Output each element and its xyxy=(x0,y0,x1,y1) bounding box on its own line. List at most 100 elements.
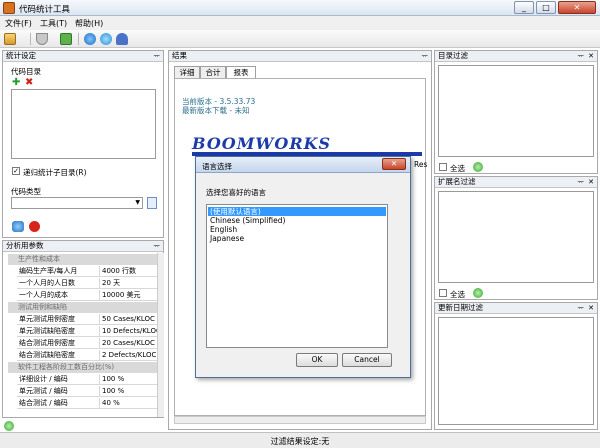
language-option[interactable]: Chinese (Simplified) xyxy=(208,216,386,225)
maximize-button[interactable]: □ xyxy=(536,1,556,14)
ext-filter-list[interactable] xyxy=(438,191,594,283)
param-key: 编码生产率/每人月 xyxy=(19,267,78,275)
panel-title: 统计设定 xyxy=(6,51,36,60)
language-list[interactable]: (使用默认语言) Chinese (Simplified) English Japan… xyxy=(206,204,388,348)
param-row[interactable]: 编码生产率/每人月 4000 行数 xyxy=(17,266,157,277)
scrollbar[interactable] xyxy=(157,253,164,417)
dialog-title: 语言选择 xyxy=(202,162,232,171)
close-icon[interactable]: ✕ xyxy=(588,303,594,313)
pin-icon[interactable]: ᅲ xyxy=(578,303,584,313)
toolbar xyxy=(0,30,600,48)
minimize-button[interactable]: _ xyxy=(514,1,534,14)
tab-summary[interactable]: 合计 xyxy=(200,66,226,78)
refresh-icon[interactable] xyxy=(473,162,483,172)
report-icon[interactable] xyxy=(4,33,16,45)
param-value[interactable]: 100 % xyxy=(99,386,157,396)
param-key: 单元测试 / 编码 xyxy=(19,387,68,395)
refresh-icon[interactable] xyxy=(100,33,112,45)
code-dir-list[interactable] xyxy=(11,89,156,159)
param-row[interactable]: 详细设计 / 编码 100 % xyxy=(17,374,157,385)
select-all-checkbox[interactable] xyxy=(439,289,447,297)
side-text: Res xyxy=(414,160,428,169)
recursive-checkbox[interactable]: ✓ xyxy=(12,167,20,175)
param-category[interactable]: 生产性和成本 xyxy=(8,254,157,265)
param-category[interactable]: 软件工程各阶段工数百分比(%) xyxy=(8,362,157,373)
add-icon[interactable]: ✚ xyxy=(12,77,20,88)
globe-icon[interactable] xyxy=(84,33,96,45)
filter-icon[interactable] xyxy=(36,33,48,45)
param-key: 单元测试缺陷密度 xyxy=(19,327,75,335)
refresh-icon[interactable] xyxy=(4,421,14,431)
delete-icon[interactable]: ✖ xyxy=(25,77,33,88)
language-option[interactable]: Japanese xyxy=(208,234,386,243)
pin-icon[interactable]: ᅲ xyxy=(578,51,584,61)
pin-icon[interactable]: ᅲ xyxy=(154,241,160,251)
horizontal-scrollbar[interactable] xyxy=(174,416,426,424)
help-icon[interactable] xyxy=(116,33,128,45)
param-value[interactable]: 4000 行数 xyxy=(99,266,157,276)
param-value[interactable]: 50 Cases/KLOC xyxy=(99,314,157,324)
close-icon[interactable]: ✕ xyxy=(588,177,594,187)
status-bar: 过滤结果设定:无 xyxy=(0,432,600,448)
param-value[interactable]: 10 Defects/KLOC xyxy=(99,326,157,336)
tree-icon[interactable] xyxy=(60,33,72,45)
param-key: 结合测试缺陷密度 xyxy=(19,351,75,359)
param-row[interactable]: 结合测试缺陷密度 2 Defects/KLOC xyxy=(17,350,157,361)
date-filter-area[interactable] xyxy=(438,317,594,425)
param-category[interactable]: 测试用例和缺陷 xyxy=(8,302,157,313)
param-key: 结合测试用例密度 xyxy=(19,339,75,347)
language-option[interactable]: English xyxy=(208,225,386,234)
menu-tools[interactable]: 工具(T) xyxy=(40,18,67,29)
dialog-title-bar: 语言选择 ✕ xyxy=(196,157,410,173)
ok-button[interactable]: OK xyxy=(296,353,338,367)
param-row[interactable]: 一个人月的人日数 20 天 xyxy=(17,278,157,289)
select-all-checkbox[interactable] xyxy=(439,163,447,171)
panel-header: 分析用参数 ᅲ xyxy=(3,241,163,252)
code-type-label: 代码类型 xyxy=(11,187,41,196)
settings-icon[interactable] xyxy=(12,221,24,232)
tab-detail[interactable]: 详细 xyxy=(174,66,200,78)
param-value[interactable]: 20 天 xyxy=(99,278,157,288)
date-filter-panel: 更新日期过滤 ᅲ ✕ xyxy=(434,302,598,430)
stats-settings-panel: 统计设定 ᅲ 代码目录 ✚ ✖ ✓ 递归统计子目录(R) 代码类型 ▼ xyxy=(2,50,164,238)
param-row[interactable]: 单元测试 / 编码 100 % xyxy=(17,386,157,397)
param-value[interactable]: 100 % xyxy=(99,374,157,384)
toolbar-separator xyxy=(78,33,79,45)
param-row[interactable]: 一个人月的成本 10000 美元 xyxy=(17,290,157,301)
pin-icon[interactable]: ᅲ xyxy=(422,51,428,61)
param-row[interactable]: 单元测试用例密度 50 Cases/KLOC xyxy=(17,314,157,325)
panel-header: 统计设定 ᅲ xyxy=(3,51,163,62)
panel-title: 扩展名过滤 xyxy=(438,177,476,186)
param-row[interactable]: 单元测试缺陷密度 10 Defects/KLOC xyxy=(17,326,157,337)
language-option[interactable]: (使用默认语言) xyxy=(208,207,386,216)
menu-file[interactable]: 文件(F) xyxy=(5,18,32,29)
param-row[interactable]: 结合测试 / 编码 40 % xyxy=(17,398,157,409)
param-row[interactable]: 结合测试用例密度 20 Cases/KLOC xyxy=(17,338,157,349)
dir-filter-list[interactable] xyxy=(438,65,594,157)
menu-help[interactable]: 帮助(H) xyxy=(75,18,103,29)
cancel-button[interactable]: Cancel xyxy=(342,353,392,367)
document-icon[interactable] xyxy=(147,197,157,209)
code-type-select[interactable]: ▼ xyxy=(11,197,143,209)
close-icon[interactable]: ✕ xyxy=(588,51,594,61)
param-key: 详细设计 / 编码 xyxy=(19,375,68,383)
dialog-prompt: 选择您喜好的语言 xyxy=(206,188,266,197)
menu-bar: 文件(F) 工具(T) 帮助(H) xyxy=(0,16,600,30)
panel-title: 更新日期过滤 xyxy=(438,303,483,312)
refresh-icon[interactable] xyxy=(473,288,483,298)
pin-icon[interactable]: ᅲ xyxy=(154,51,160,61)
select-all-label: 全选 xyxy=(450,164,465,173)
panel-title: 结果 xyxy=(172,51,187,60)
param-key: 单元测试用例密度 xyxy=(19,315,75,323)
param-value[interactable]: 40 % xyxy=(99,398,157,408)
param-value[interactable]: 20 Cases/KLOC xyxy=(99,338,157,348)
stop-icon[interactable] xyxy=(29,221,40,232)
boomworks-logo: BOOMWORKS xyxy=(192,134,332,153)
dialog-close-button[interactable]: ✕ xyxy=(382,158,406,170)
panel-header: 更新日期过滤 ᅲ ✕ xyxy=(435,303,597,314)
pin-icon[interactable]: ᅲ xyxy=(578,177,584,187)
latest-version-link[interactable]: 最新版本下载 - 未知 xyxy=(182,105,249,116)
param-value[interactable]: 10000 美元 xyxy=(99,290,157,300)
close-button[interactable]: ✕ xyxy=(558,1,596,14)
param-value[interactable]: 2 Defects/KLOC xyxy=(99,350,157,360)
